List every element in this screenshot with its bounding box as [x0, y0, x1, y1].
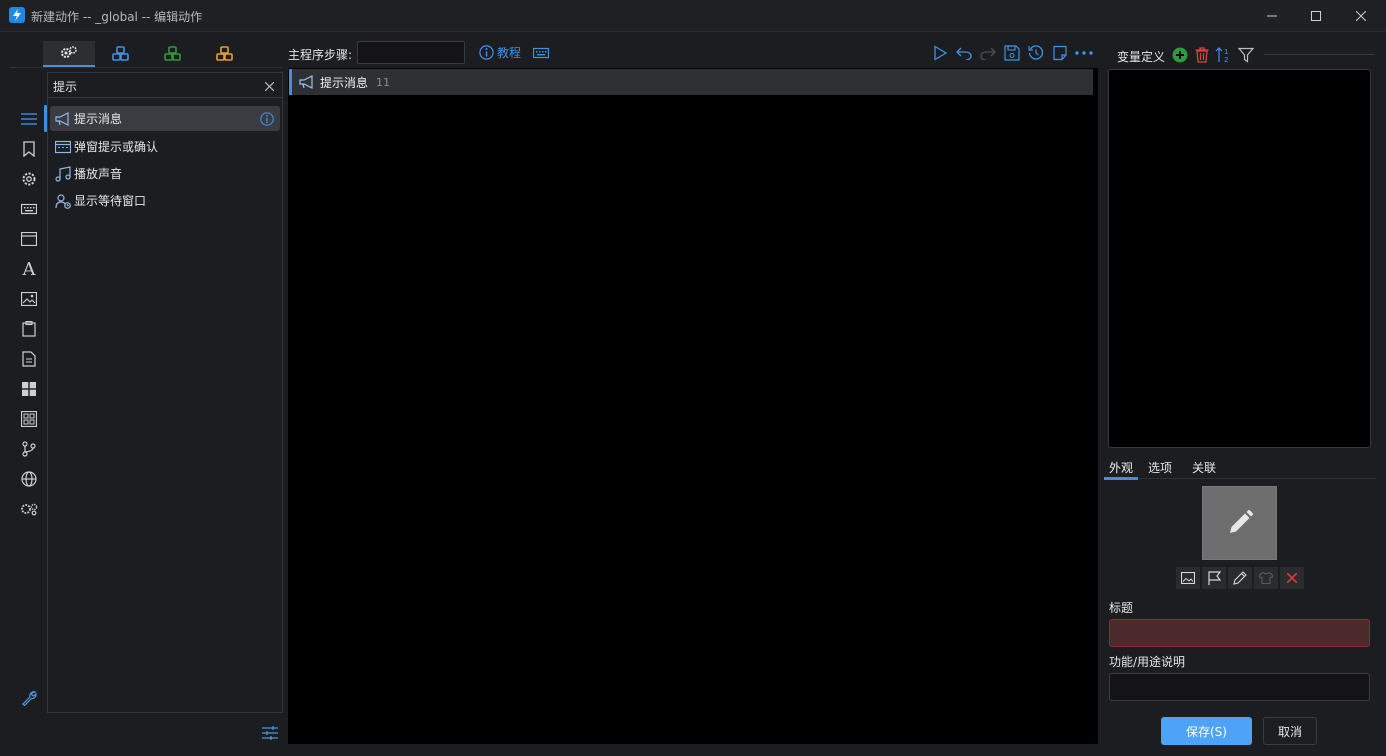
list-item-dialog[interactable]: 弹窗提示或确认: [50, 134, 280, 159]
tab-actions[interactable]: [43, 41, 95, 67]
step-number: 11: [376, 75, 391, 89]
list-item-label: 提示消息: [74, 112, 123, 126]
user-wait-icon: [55, 193, 71, 209]
undo-icon[interactable]: [954, 43, 974, 63]
step-row[interactable]: 提示消息 11: [289, 69, 1093, 95]
clear-search-icon[interactable]: [262, 79, 276, 93]
steps-input[interactable]: [357, 41, 465, 64]
pencil-icon: [1226, 509, 1254, 537]
tab-links[interactable]: 关联: [1192, 459, 1216, 476]
windows-logo-icon[interactable]: [17, 377, 41, 401]
add-icon[interactable]: [1171, 46, 1188, 63]
history-icon[interactable]: [1026, 43, 1046, 63]
wrench-icon[interactable]: [17, 686, 41, 710]
variables-list[interactable]: [1108, 69, 1371, 448]
title-bar: [0, 0, 1386, 32]
filter-icon[interactable]: [1237, 46, 1254, 63]
delete-icon[interactable]: [1193, 46, 1210, 63]
list-item-label: 显示等待窗口: [74, 194, 147, 208]
list-item-show-message[interactable]: 提示消息: [50, 106, 280, 131]
cubes-icon: [216, 46, 234, 62]
list-icon[interactable]: [17, 107, 41, 131]
variables-title: 变量定义: [1117, 50, 1166, 64]
tab-green-modules[interactable]: [147, 41, 199, 67]
title-field-label: 标题: [1109, 601, 1134, 615]
keyboard-icon[interactable]: [17, 197, 41, 221]
image-icon[interactable]: [1176, 567, 1200, 589]
note-icon[interactable]: [1050, 43, 1070, 63]
cogs-icon[interactable]: [17, 497, 41, 521]
globe-icon[interactable]: [17, 467, 41, 491]
info-icon[interactable]: [259, 111, 274, 126]
search-input[interactable]: [53, 77, 253, 95]
shirt-icon[interactable]: [1254, 567, 1278, 589]
tab-appearance[interactable]: 外观: [1109, 459, 1133, 476]
pen-icon[interactable]: [1228, 567, 1252, 589]
maximize-icon[interactable]: [1293, 0, 1339, 31]
font-icon[interactable]: A: [17, 257, 41, 281]
steps-canvas[interactable]: [288, 68, 1098, 744]
tabs-divider: [1104, 478, 1376, 479]
window-title: 新建动作 -- _global -- 编辑动作: [31, 10, 203, 24]
app-logo-icon: [9, 7, 25, 23]
list-item-label: 播放声音: [74, 167, 123, 181]
more-icon[interactable]: [1074, 43, 1094, 63]
gears-icon: [60, 46, 78, 60]
redo-icon[interactable]: [978, 43, 998, 63]
description-field-label: 功能/用途说明: [1109, 655, 1186, 669]
active-tab-indicator: [1104, 477, 1138, 480]
flag-icon[interactable]: [1202, 567, 1226, 589]
variables-divider: [1264, 54, 1374, 55]
music-icon: [55, 165, 71, 182]
cubes-icon: [112, 46, 130, 62]
tab-blue-modules[interactable]: [95, 41, 147, 67]
window-icon[interactable]: [17, 227, 41, 251]
gear-icon[interactable]: [17, 167, 41, 191]
sort-icon[interactable]: 12: [1214, 45, 1233, 64]
document-icon[interactable]: [17, 347, 41, 371]
megaphone-icon: [55, 111, 71, 127]
clipboard-icon[interactable]: [17, 317, 41, 341]
icon-preview[interactable]: [1202, 486, 1277, 560]
dialog-icon: [55, 139, 71, 155]
cubes-icon: [164, 46, 182, 62]
image-icon[interactable]: [17, 287, 41, 311]
cancel-button[interactable]: 取消: [1263, 717, 1317, 745]
play-icon[interactable]: [930, 43, 950, 63]
step-label: 提示消息: [320, 75, 369, 90]
keyboard-icon[interactable]: [531, 45, 551, 61]
selection-indicator: [44, 105, 47, 132]
grid-icon[interactable]: [17, 407, 41, 431]
info-icon: [479, 45, 494, 60]
list-item-play-sound[interactable]: 播放声音: [50, 161, 280, 186]
title-field[interactable]: [1109, 619, 1370, 647]
save-icon[interactable]: [1002, 43, 1022, 63]
tab-orange-modules[interactable]: [199, 41, 251, 67]
list-item-label: 弹窗提示或确认: [74, 140, 159, 154]
left-tabs-divider: [10, 67, 282, 68]
steps-label: 主程序步骤:: [288, 48, 353, 62]
description-field[interactable]: [1109, 673, 1370, 701]
svg-text:2: 2: [1224, 56, 1228, 64]
close-icon[interactable]: [1338, 0, 1384, 31]
bookmark-icon[interactable]: [17, 137, 41, 161]
tutorial-label: 教程: [497, 46, 522, 60]
search-box[interactable]: [48, 74, 282, 98]
tutorial-link[interactable]: 教程: [479, 44, 521, 61]
megaphone-icon: [298, 74, 316, 90]
minimize-icon[interactable]: [1249, 0, 1295, 31]
svg-text:1: 1: [1224, 48, 1228, 56]
tab-options[interactable]: 选项: [1148, 459, 1172, 476]
save-button[interactable]: 保存(S): [1161, 717, 1252, 745]
list-item-wait-window[interactable]: 显示等待窗口: [50, 188, 280, 213]
remove-icon[interactable]: [1280, 567, 1304, 589]
sliders-icon[interactable]: [260, 723, 280, 743]
branch-icon[interactable]: [17, 437, 41, 461]
